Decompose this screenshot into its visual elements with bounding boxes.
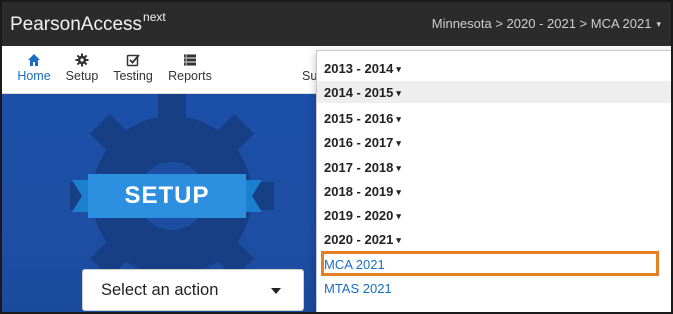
brand-name: PearsonAccess (10, 14, 143, 35)
setup-title: SETUP (124, 182, 210, 209)
nav-reports[interactable]: Reports (160, 50, 220, 83)
caret-down-icon: ▾ (396, 88, 401, 98)
caret-down-icon: ▾ (396, 138, 401, 148)
setup-hero-panel: SETUP Select an action (2, 94, 332, 312)
caret-down-icon: ▾ (396, 235, 401, 245)
caret-down-icon: ▾ (396, 114, 401, 124)
year-option-hovered[interactable]: 2014 - 2015 ▾ (317, 81, 671, 103)
year-option[interactable]: 2015 - 2016 ▾ (317, 107, 671, 129)
caret-down-icon (271, 288, 281, 294)
context-switcher[interactable]: Minnesota > 2020 - 2021 > MCA 2021 ▾ (432, 16, 661, 31)
top-bar: PearsonAccessnext Minnesota > 2020 - 202… (2, 2, 671, 46)
caret-down-icon: ▾ (396, 163, 401, 173)
selection-highlight (321, 251, 659, 276)
year-option[interactable]: 2016 - 2017 ▾ (317, 131, 671, 153)
select-action-label: Select an action (101, 281, 219, 299)
nav-reports-label: Reports (168, 69, 212, 83)
nav-testing[interactable]: Testing (103, 50, 163, 83)
context-breadcrumb: Minnesota > 2020 - 2021 > MCA 2021 (431, 16, 652, 31)
select-action-dropdown[interactable]: Select an action (82, 269, 304, 311)
year-option[interactable]: 2019 - 2020 ▾ (317, 204, 671, 226)
brand-logo[interactable]: PearsonAccessnext (10, 10, 166, 36)
nav-home-label: Home (17, 69, 51, 83)
checkbox-icon (103, 50, 163, 68)
list-icon (160, 50, 220, 68)
nav-support-label: Su (302, 69, 318, 83)
year-option[interactable]: 2020 - 2021 ▾ (317, 228, 671, 250)
caret-down-icon: ▾ (656, 19, 661, 29)
admin-option-mtas-2021[interactable]: MTAS 2021 (317, 277, 671, 299)
caret-down-icon: ▾ (396, 187, 401, 197)
brand-superscript: next (143, 10, 166, 24)
administration-dropdown-menu: 2013 - 2014 ▾ 2014 - 2015 ▾ 2015 - 2016 ▾ 2… (316, 50, 671, 312)
year-option[interactable]: 2018 - 2019 ▾ (317, 180, 671, 202)
year-option[interactable]: 2017 - 2018 ▾ (317, 156, 671, 178)
caret-down-icon: ▾ (396, 64, 401, 74)
nav-setup-label: Setup (65, 69, 99, 83)
caret-down-icon: ▾ (396, 211, 401, 221)
app-window: PearsonAccessnext Minnesota > 2020 - 202… (0, 0, 673, 314)
year-option[interactable]: 2013 - 2014 ▾ (317, 57, 671, 79)
nav-testing-label: Testing (113, 69, 153, 83)
